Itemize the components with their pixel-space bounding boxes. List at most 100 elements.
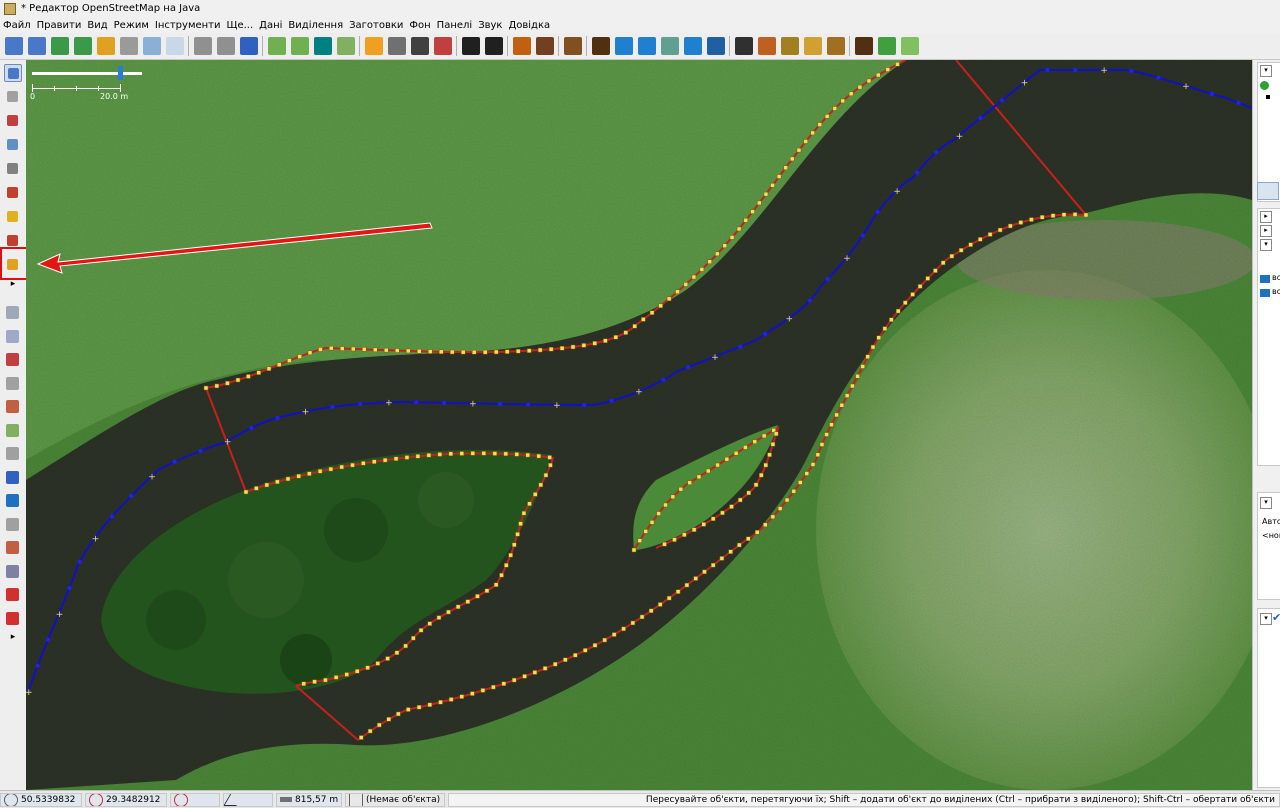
open-file-icon[interactable] (27, 37, 46, 55)
outline-node[interactable] (515, 532, 520, 537)
notes-panel-icon[interactable] (4, 445, 22, 463)
new-layer-icon[interactable] (4, 37, 23, 55)
outline-node[interactable] (750, 209, 755, 214)
outline-node[interactable] (949, 253, 955, 259)
outline-node[interactable] (621, 626, 626, 632)
outline-node[interactable] (803, 139, 808, 144)
outline-node[interactable] (339, 464, 344, 470)
outline-node[interactable] (354, 669, 360, 674)
outline-node[interactable] (406, 707, 411, 712)
outline-node[interactable] (1050, 213, 1056, 218)
menu-imagery[interactable]: Фон (406, 20, 433, 31)
outline-node[interactable] (318, 347, 323, 352)
outline-node[interactable] (382, 457, 388, 463)
outline-node[interactable] (613, 335, 619, 340)
outline-node[interactable] (480, 688, 486, 693)
outline-node[interactable] (521, 511, 527, 516)
outline-node[interactable] (910, 292, 915, 297)
delete-tool-icon[interactable] (4, 160, 22, 178)
outline-node[interactable] (275, 479, 280, 485)
outline-node[interactable] (603, 338, 608, 343)
outline-node[interactable] (770, 442, 776, 447)
outline-node[interactable] (436, 615, 442, 620)
outline-node[interactable] (438, 699, 443, 705)
outline-node[interactable] (810, 462, 816, 467)
menu-data[interactable]: Дані (256, 20, 285, 31)
outline-node[interactable] (504, 563, 509, 568)
outline-node[interactable] (602, 637, 607, 643)
outline-node[interactable] (798, 480, 803, 485)
outline-node[interactable] (834, 412, 839, 418)
outline-node[interactable] (375, 661, 381, 666)
traffic-signal-icon[interactable] (410, 37, 429, 55)
menu-presets[interactable]: Заготовки (346, 20, 406, 31)
outline-node[interactable] (753, 482, 759, 488)
outline-node[interactable] (266, 366, 272, 371)
changeset-panel-icon[interactable] (4, 610, 22, 628)
outline-node[interactable] (538, 482, 544, 488)
style-panel-icon[interactable] (4, 563, 22, 581)
combine-way-icon[interactable] (216, 37, 235, 55)
outline-node[interactable] (404, 455, 410, 460)
parallel-way-tool-icon[interactable] (4, 208, 22, 226)
outline-node[interactable] (504, 349, 510, 354)
waterway-midpoint[interactable]: + (92, 534, 100, 544)
outline-node[interactable] (767, 452, 772, 458)
waterway-icon[interactable] (614, 37, 633, 55)
cross-icon[interactable] (826, 37, 845, 55)
outline-node[interactable] (623, 330, 629, 335)
outline-node[interactable] (522, 674, 527, 679)
lasso-tool-icon[interactable] (4, 88, 22, 106)
outline-node[interactable] (678, 486, 684, 492)
outline-node[interactable] (393, 456, 399, 462)
outline-node[interactable] (876, 72, 881, 78)
outline-node[interactable] (757, 200, 762, 206)
outline-node[interactable] (658, 303, 663, 309)
outline-node[interactable] (987, 232, 993, 237)
search-imagery-icon[interactable] (290, 37, 309, 55)
outline-node[interactable] (832, 106, 838, 111)
outline-node[interactable] (532, 492, 538, 497)
outline-node[interactable] (373, 347, 378, 353)
outline-node[interactable] (350, 462, 355, 468)
outline-node[interactable] (736, 226, 742, 232)
outline-node[interactable] (573, 652, 578, 658)
outline-node[interactable] (482, 349, 488, 355)
warning-icon[interactable] (512, 37, 531, 55)
outline-node[interactable] (925, 276, 930, 281)
outline-node[interactable] (416, 704, 422, 710)
outline-node[interactable] (553, 661, 558, 667)
outline-node[interactable] (542, 666, 548, 671)
outline-node[interactable] (632, 323, 637, 329)
outline-node[interactable] (848, 91, 854, 97)
outline-node[interactable] (548, 346, 554, 352)
download-icon[interactable] (50, 37, 69, 55)
outline-node[interactable] (285, 476, 291, 482)
outline-node[interactable] (525, 452, 531, 458)
collapse-icon[interactable]: ▾ (1260, 239, 1272, 251)
outline-node[interactable] (819, 442, 825, 447)
relations-panel-icon[interactable] (4, 375, 22, 393)
restaurant-icon[interactable] (535, 37, 554, 55)
draw-line-tool-icon[interactable] (4, 112, 22, 130)
outline-node[interactable] (824, 432, 829, 437)
menu-windows[interactable]: Панелі (434, 20, 476, 31)
selection-panel-icon[interactable] (4, 351, 22, 369)
waterway-midpoint[interactable]: + (711, 353, 719, 363)
outline-node[interactable] (770, 514, 776, 520)
outline-node[interactable] (1018, 220, 1024, 225)
relation-item-2[interactable]: во (1272, 287, 1280, 296)
outline-node[interactable] (427, 702, 433, 708)
outline-node[interactable] (344, 672, 349, 677)
outline-node[interactable] (527, 501, 532, 507)
outline-node[interactable] (682, 532, 687, 538)
outline-node[interactable] (307, 350, 313, 356)
outline-node[interactable] (840, 98, 846, 104)
collapse-icon[interactable]: ▾ (1260, 613, 1272, 625)
outline-node[interactable] (243, 489, 249, 495)
outline-node[interactable] (287, 358, 292, 363)
preferences-icon[interactable] (165, 37, 184, 55)
car-icon[interactable] (461, 37, 480, 55)
outline-node[interactable] (501, 681, 507, 686)
outline-node[interactable] (512, 542, 517, 548)
